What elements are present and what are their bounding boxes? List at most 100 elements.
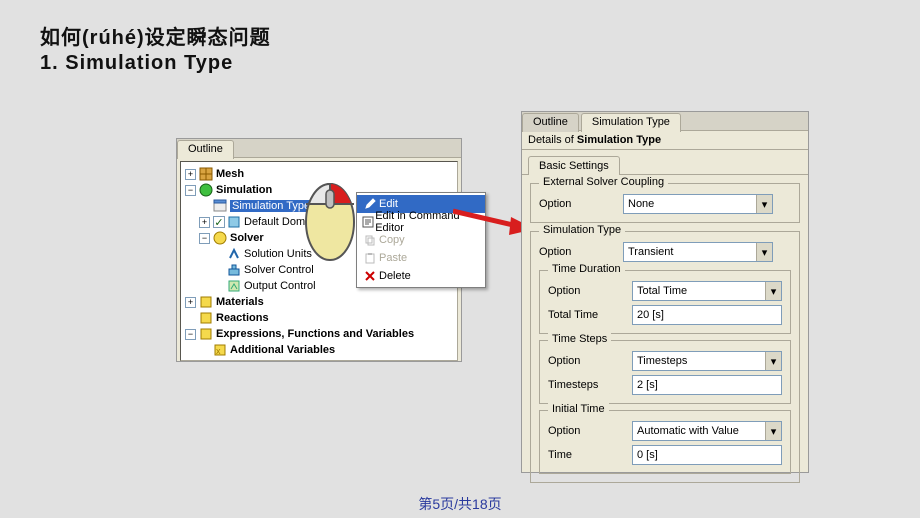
tab-outline-left[interactable]: Outline (177, 140, 234, 159)
combo-value: Total Time (637, 285, 687, 297)
chevron-down-icon[interactable]: ▾ (765, 352, 781, 370)
input-initial-time[interactable]: 0 [s] (632, 445, 782, 465)
option-label: Option (548, 285, 632, 297)
variables-icon: x (213, 343, 227, 357)
details-caption: Details of Simulation Type (522, 131, 808, 150)
combo-value: Timesteps (637, 355, 687, 367)
tree-label: Reactions (216, 312, 269, 324)
collapse-icon[interactable]: − (185, 329, 196, 340)
tree-label: Solver (230, 232, 264, 244)
option-label: Option (539, 198, 623, 210)
combo-value: Automatic with Value (637, 425, 739, 437)
combo-time-duration-option[interactable]: Total Time ▾ (632, 281, 782, 301)
svg-text:x: x (216, 346, 221, 356)
input-total-time[interactable]: 20 [s] (632, 305, 782, 325)
group-legend: Simulation Type (539, 224, 625, 236)
tree-item-expressions[interactable]: + Expressions (185, 358, 453, 361)
domain-icon (227, 215, 241, 229)
tree-item-materials[interactable]: + Materials (185, 294, 453, 310)
option-label: Option (548, 355, 632, 367)
option-label: Option (539, 246, 623, 258)
tab-outline-right[interactable]: Outline (522, 113, 579, 132)
tree-label: Expressions (230, 360, 295, 361)
sim-type-icon (213, 199, 227, 213)
menu-label: Paste (379, 252, 407, 264)
caption-object: Simulation Type (577, 134, 661, 146)
tree-item-additional-variables[interactable]: x Additional Variables (185, 342, 453, 358)
group-legend: External Solver Coupling (539, 176, 668, 188)
mouse-icon (302, 174, 358, 262)
tree-label: Materials (216, 296, 264, 308)
chevron-down-icon[interactable]: ▾ (756, 195, 772, 213)
tree-label: Expressions, Functions and Variables (216, 328, 414, 340)
expand-icon[interactable]: + (185, 297, 196, 308)
editor-icon (361, 216, 375, 228)
chevron-down-icon[interactable]: ▾ (756, 243, 772, 261)
group-initial-time: Initial Time Option Automatic with Value… (539, 410, 791, 474)
combo-sim-type-option[interactable]: Transient ▾ (623, 242, 773, 262)
checkbox-icon[interactable]: ✓ (213, 216, 225, 228)
tree-label: Mesh (216, 168, 244, 180)
menu-label: Copy (379, 234, 405, 246)
copy-icon (361, 234, 379, 246)
tree-label: Simulation (216, 184, 272, 196)
group-legend: Initial Time (548, 403, 609, 415)
group-external-solver-coupling: External Solver Coupling Option None ▾ (530, 183, 800, 223)
edit-icon (361, 198, 379, 210)
details-panel: Outline Simulation Type Details of Simul… (521, 111, 809, 473)
tree-label: Simulation Type (230, 200, 312, 212)
delete-icon (361, 270, 379, 282)
input-value: 20 [s] (637, 309, 664, 321)
group-time-duration: Time Duration Option Total Time ▾ Total … (539, 270, 791, 334)
group-simulation-type: Simulation Type Option Transient ▾ Time … (530, 231, 800, 483)
collapse-icon[interactable]: − (199, 233, 210, 244)
expr-group-icon (199, 327, 213, 341)
slide-title: 如何(rúhé)设定瞬态问题 1. Simulation Type (0, 0, 920, 76)
units-icon (227, 247, 241, 261)
timesteps-label: Timesteps (548, 379, 632, 391)
title-line-1: 如何(rúhé)设定瞬态问题 (40, 26, 920, 51)
tree-item-reactions[interactable]: Reactions (185, 310, 453, 326)
combo-value: None (628, 198, 654, 210)
menu-label: Delete (379, 270, 411, 282)
materials-icon (199, 295, 213, 309)
mesh-icon (199, 167, 213, 181)
collapse-icon[interactable]: − (185, 185, 196, 196)
expand-icon[interactable]: + (199, 361, 210, 362)
input-value: 0 [s] (637, 449, 658, 461)
input-value: 2 [s] (637, 379, 658, 391)
combo-value: Transient (628, 246, 673, 258)
group-time-steps: Time Steps Option Timesteps ▾ Timesteps … (539, 340, 791, 404)
page-footer: 第5页/共18页 (0, 494, 920, 514)
menu-item-delete[interactable]: Delete (357, 267, 485, 285)
tab-simulation-type[interactable]: Simulation Type (581, 113, 681, 132)
group-legend: Time Steps (548, 333, 611, 345)
total-time-label: Total Time (548, 309, 632, 321)
simulation-icon (199, 183, 213, 197)
menu-label: Edit (379, 198, 398, 210)
menu-item-paste: Paste (357, 249, 485, 267)
subtab-basic-settings[interactable]: Basic Settings (528, 156, 620, 175)
expand-icon[interactable]: + (185, 169, 196, 180)
reactions-icon (199, 311, 213, 325)
caption-prefix: Details of (528, 134, 577, 146)
tree-label: Solver Control (244, 264, 314, 276)
tree-item-expr-group[interactable]: − Expressions, Functions and Variables (185, 326, 453, 342)
combo-ext-coupling-option[interactable]: None ▾ (623, 194, 773, 214)
combo-time-steps-option[interactable]: Timesteps ▾ (632, 351, 782, 371)
tree-label: Output Control (244, 280, 316, 292)
chevron-down-icon[interactable]: ▾ (765, 282, 781, 300)
combo-initial-time-option[interactable]: Automatic with Value ▾ (632, 421, 782, 441)
input-timesteps[interactable]: 2 [s] (632, 375, 782, 395)
option-label: Option (548, 425, 632, 437)
time-label: Time (548, 449, 632, 461)
output-control-icon (227, 279, 241, 293)
expressions-icon (213, 359, 227, 361)
details-tabstrip: Outline Simulation Type (522, 112, 808, 131)
group-legend: Time Duration (548, 263, 625, 275)
chevron-down-icon[interactable]: ▾ (765, 422, 781, 440)
solver-icon (213, 231, 227, 245)
expand-icon[interactable]: + (199, 217, 210, 228)
paste-icon (361, 252, 379, 264)
tree-label: Additional Variables (230, 344, 335, 356)
